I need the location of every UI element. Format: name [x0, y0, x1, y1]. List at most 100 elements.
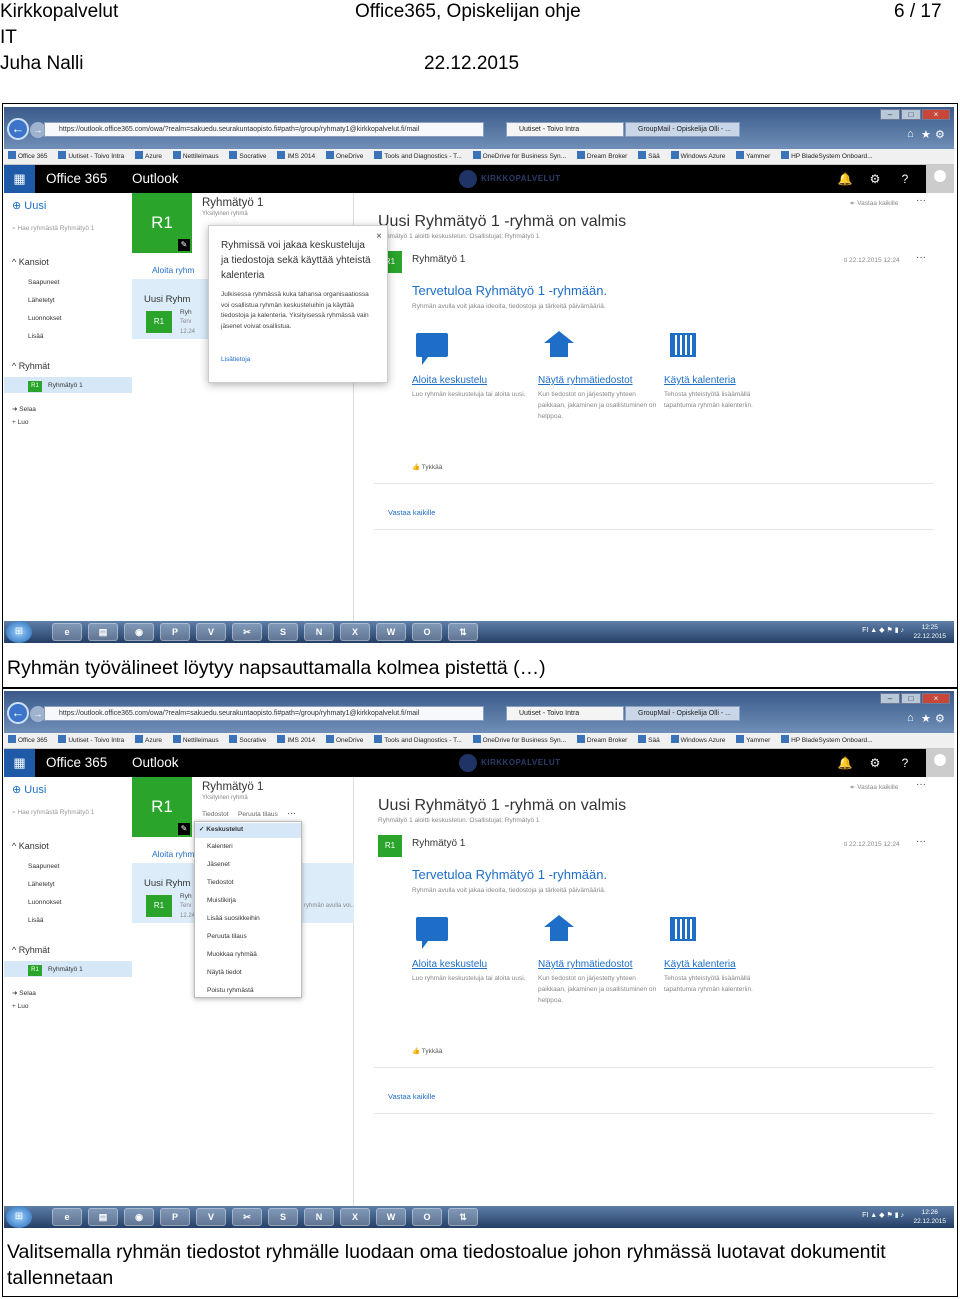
fav-item[interactable]: Nettileimaus	[172, 735, 219, 744]
visio-icon[interactable]: V	[196, 1208, 226, 1226]
folder-inbox[interactable]: Saapuneet	[28, 279, 59, 286]
action-show-files[interactable]: Näytä ryhmätiedostot	[538, 959, 633, 970]
tools-icon[interactable]: ✂	[232, 623, 262, 641]
gear-icon[interactable]: ⚙	[860, 165, 890, 193]
message-more-icon[interactable]: ···	[916, 252, 926, 263]
chrome-icon[interactable]: ◉	[124, 623, 154, 641]
gear-icon[interactable]: ⚙	[860, 749, 890, 777]
onenote-icon[interactable]: N	[304, 623, 334, 641]
home-icon[interactable]: ⌂	[907, 128, 914, 140]
group-item[interactable]: R1 Ryhmätyö 1	[28, 965, 83, 976]
search-input[interactable]: ⌕ Hae ryhmästä Ryhmätyö 1	[12, 809, 94, 817]
action-start-conversation[interactable]: Aloita keskustelu	[412, 375, 487, 386]
menu-item-edit-group[interactable]: Muokkaa ryhmää	[207, 951, 257, 958]
home-files-icon[interactable]	[544, 331, 574, 357]
start-button-icon[interactable]: ⊞	[6, 621, 32, 643]
folders-heading[interactable]: ^ Kansiot	[12, 841, 49, 851]
folder-drafts[interactable]: Luonnokset	[28, 899, 62, 906]
new-button[interactable]: ⊕ Uusi	[12, 199, 46, 212]
word-icon[interactable]: W	[376, 1208, 406, 1226]
help-icon[interactable]: ?	[890, 749, 920, 777]
popup-more-link[interactable]: Lisätietoja	[221, 356, 250, 363]
like-button[interactable]: 👍 Tykkää	[412, 463, 442, 471]
action-show-files[interactable]: Näytä ryhmätiedostot	[538, 375, 633, 386]
group-item[interactable]: R1 Ryhmätyö 1	[28, 381, 83, 392]
edit-pencil-icon[interactable]: ✎	[178, 239, 190, 251]
folder-inbox[interactable]: Saapuneet	[28, 863, 59, 870]
menu-item-members[interactable]: Jäsenet	[207, 861, 230, 868]
fav-item[interactable]: Office 365	[8, 735, 48, 744]
bell-icon[interactable]: 🔔	[830, 165, 860, 193]
browse-groups[interactable]: ➜ Selaa	[12, 405, 36, 413]
reply-all-top[interactable]: ↞ Vastaa kaikille	[850, 199, 898, 207]
fav-item[interactable]: Nettileimaus	[172, 151, 219, 160]
folders-heading[interactable]: ^ Kansiot	[12, 257, 49, 267]
maximize-icon[interactable]: □	[901, 693, 921, 704]
calendar-icon[interactable]	[670, 333, 696, 357]
close-icon[interactable]: ×	[922, 693, 950, 704]
fav-item[interactable]: Uutiset - Toivo Intra	[58, 735, 124, 744]
minimize-icon[interactable]: –	[880, 109, 900, 120]
menu-item-calendar[interactable]: Kalenteri	[207, 843, 233, 850]
ie-icon[interactable]: e	[52, 1208, 82, 1226]
outlook-icon[interactable]: O	[412, 623, 442, 641]
menu-item-files[interactable]: Tiedostot	[207, 879, 234, 886]
reply-all-top[interactable]: ↞ Vastaa kaikille	[850, 783, 898, 791]
folder-sent[interactable]: Lähetetyt	[28, 297, 55, 304]
folder-more[interactable]: Lisää	[28, 333, 44, 340]
menu-item-add-favorites[interactable]: Lisää suosikkeihin	[207, 915, 260, 922]
app-launcher-icon[interactable]: ▦	[4, 749, 35, 777]
create-group[interactable]: + Luo	[12, 1003, 28, 1010]
avatar[interactable]	[926, 165, 954, 193]
excel-icon[interactable]: X	[340, 623, 370, 641]
fav-item[interactable]: Yammer	[736, 735, 770, 744]
menu-item-unsubscribe[interactable]: Peruuta tilaus	[207, 933, 247, 940]
fav-item[interactable]: OneDrive for Business Syn...	[472, 151, 566, 160]
excel-icon[interactable]: X	[340, 1208, 370, 1226]
menu-item-leave-group[interactable]: Poistu ryhmästä	[207, 987, 254, 994]
more-options-icon[interactable]: ···	[916, 779, 926, 790]
fav-item[interactable]: Tools and Diagnostics - T...	[374, 151, 462, 160]
skype-icon[interactable]: S	[268, 623, 298, 641]
maximize-icon[interactable]: □	[901, 109, 921, 120]
address-bar[interactable]: https://outlook.office365.com/owa/?realm…	[44, 122, 484, 137]
like-button[interactable]: 👍 Tykkää	[412, 1047, 442, 1055]
settings-gear-icon[interactable]: ⚙	[935, 712, 945, 725]
create-group[interactable]: + Luo	[12, 419, 28, 426]
popup-close-icon[interactable]: ×	[376, 231, 382, 242]
groups-heading[interactable]: ^ Ryhmät	[12, 945, 50, 955]
start-conversation[interactable]: Aloita ryhm	[152, 849, 195, 859]
menu-item-conversations[interactable]: ✓ Keskustelut	[199, 825, 243, 833]
fav-item[interactable]: Dream Broker	[576, 735, 627, 744]
edit-pencil-icon[interactable]: ✎	[178, 823, 190, 835]
skype-icon[interactable]: S	[268, 1208, 298, 1226]
visio-icon[interactable]: V	[196, 623, 226, 641]
app-launcher-icon[interactable]: ▦	[4, 165, 35, 193]
groups-heading[interactable]: ^ Ryhmät	[12, 361, 50, 371]
network-icon[interactable]: ⇅	[448, 623, 478, 641]
fav-item[interactable]: Socrative	[229, 151, 267, 160]
calendar-icon[interactable]	[670, 917, 696, 941]
fav-item[interactable]: HP BladeSystem Onboard...	[781, 151, 873, 160]
folder-icon[interactable]: ▤	[88, 623, 118, 641]
clock[interactable]: 12:25 22.12.2015	[913, 623, 946, 641]
outlook-icon[interactable]: O	[412, 1208, 442, 1226]
fav-item[interactable]: OneDrive for Business Syn...	[472, 735, 566, 744]
publisher-icon[interactable]: P	[160, 1208, 190, 1226]
more-dots-icon[interactable]: ···	[287, 808, 296, 818]
word-icon[interactable]: W	[376, 623, 406, 641]
fav-item[interactable]: Uutiset - Toivo Intra	[58, 151, 124, 160]
fav-item[interactable]: OneDrive	[325, 151, 363, 160]
folder-drafts[interactable]: Luonnokset	[28, 315, 62, 322]
chat-bubble-icon[interactable]	[416, 917, 448, 949]
back-icon[interactable]: ←	[7, 118, 29, 140]
o365-brand[interactable]: Office 365	[46, 165, 107, 193]
message-more-icon[interactable]: ···	[916, 836, 926, 847]
start-button-icon[interactable]: ⊞	[6, 1206, 32, 1228]
bell-icon[interactable]: 🔔	[830, 749, 860, 777]
reply-all-link[interactable]: Vastaa kaikille	[388, 1092, 435, 1101]
folder-icon[interactable]: ▤	[88, 1208, 118, 1226]
reply-all-link[interactable]: Vastaa kaikille	[388, 508, 435, 517]
fav-item[interactable]: Windows Azure	[670, 151, 725, 160]
clock[interactable]: 12:26 22.12.2015	[913, 1208, 946, 1226]
